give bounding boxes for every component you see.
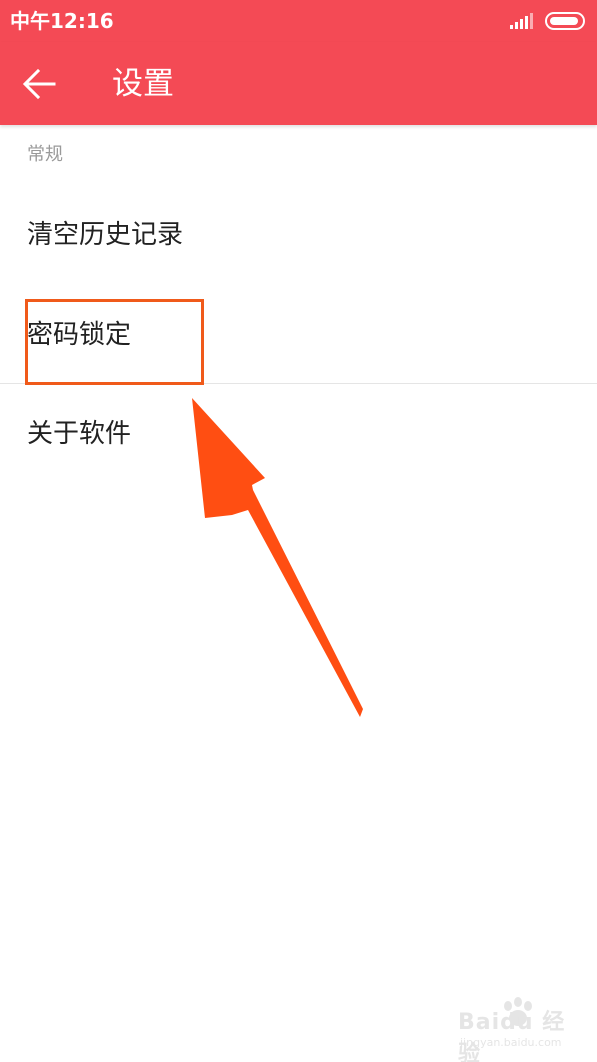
settings-screen: 中午12:16 设置 常规 清空历史记录 密码锁定 关于软件 Baidu 经验 … (0, 0, 597, 1062)
watermark-brand: Baidu 经验 (458, 1010, 566, 1062)
list-divider (0, 383, 597, 384)
password-lock-label: 密码锁定 (27, 320, 132, 350)
page-title: 设置 (112, 66, 174, 102)
about-software-label: 关于软件 (27, 419, 132, 449)
battery-icon (545, 12, 585, 30)
section-header-general: 常规 (27, 144, 63, 165)
baidu-jingyan-watermark: Baidu 经验 jingyan.baidu.com (458, 996, 588, 1062)
status-time: 中午12:16 (10, 9, 114, 33)
clear-history-item[interactable]: 清空历史记录 (0, 200, 597, 280)
about-software-item[interactable]: 关于软件 (0, 397, 597, 475)
signal-bars-icon (510, 13, 533, 29)
back-button[interactable] (14, 60, 62, 108)
pointer-arrow-annotation (192, 398, 363, 717)
password-lock-item[interactable]: 密码锁定 (0, 300, 597, 382)
clear-history-label: 清空历史记录 (27, 220, 184, 250)
app-bar: 设置 (0, 42, 597, 125)
watermark-url: jingyan.baidu.com (460, 1036, 562, 1049)
status-bar: 中午12:16 (0, 0, 597, 42)
arrow-left-icon (22, 68, 56, 100)
